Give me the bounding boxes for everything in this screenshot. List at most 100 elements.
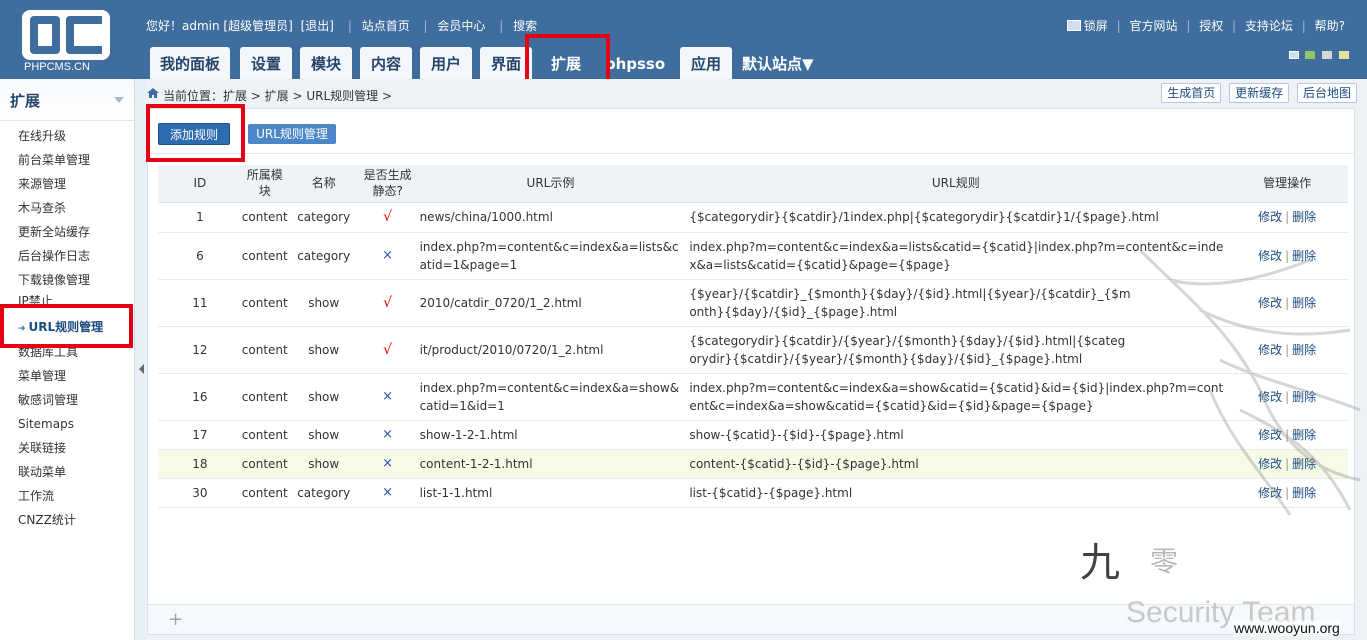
update-cache-button[interactable]: 更新缓存 (1229, 83, 1290, 103)
tab-users[interactable]: 用户 (420, 47, 472, 79)
cell-name: category (287, 202, 360, 233)
edit-link[interactable]: 修改 (1258, 210, 1282, 224)
site-home-link[interactable]: 站点首页 (362, 19, 410, 33)
tab-apps[interactable]: 应用 (680, 47, 732, 79)
cell-id: 6 (158, 232, 242, 280)
chevron-down-icon[interactable] (114, 97, 124, 103)
watermark-signature: 九 (1080, 540, 1120, 586)
breadcrumb-buttons: 生成首页 更新缓存 后台地图 (1157, 83, 1357, 103)
tab-phpsso[interactable]: phpsso (602, 47, 668, 79)
generate-home-button[interactable]: 生成首页 (1161, 83, 1222, 103)
sidebar-item-badwords[interactable]: 敏感词管理 (0, 388, 134, 412)
delete-link[interactable]: 删除 (1292, 210, 1316, 224)
cell-example: show-1-2-1.html (415, 420, 686, 450)
tab-settings[interactable]: 设置 (240, 47, 292, 79)
sidebar-item-mirror[interactable]: 下载镜像管理 (0, 268, 134, 292)
watermark-signature-2: 零 (1150, 545, 1179, 578)
cell-example: content-1-2-1.html (415, 449, 686, 479)
col-module: 所属模块 (241, 165, 288, 203)
sidebar-item-online-upgrade[interactable]: 在线升级 (0, 124, 134, 148)
cell-module: content (241, 232, 288, 280)
cell-name: show (287, 449, 360, 479)
sidebar-item-source[interactable]: 来源管理 (0, 172, 134, 196)
table-header-row: ID 所属模块 名称 是否生成静态? URL示例 URL规则 管理操作 (158, 165, 1348, 203)
collapse-left-icon[interactable] (139, 364, 144, 374)
cell-example: index.php?m=content&c=index&a=show&catid… (415, 373, 686, 421)
highlight-box-sidebar (0, 304, 133, 348)
cell-module: content (241, 420, 288, 450)
cell-rule: {$categorydir}{$catdir}/1index.php|{$cat… (685, 202, 1227, 233)
breadcrumb: 当前位置：扩展 > 扩展 > URL规则管理 > (163, 89, 393, 103)
sidebar-item-sitemaps[interactable]: Sitemaps (0, 412, 134, 436)
check-icon: √ (359, 279, 416, 327)
sidebar-item-workflow[interactable]: 工作流 (0, 484, 134, 508)
cell-id: 30 (158, 478, 242, 508)
phpcms-logo[interactable]: PHPCMS.CN (22, 10, 114, 73)
cell-module: content (241, 326, 288, 374)
cell-id: 1 (158, 202, 242, 233)
col-rule: URL规则 (685, 165, 1227, 203)
breadcrumb-bar: 当前位置：扩展 > 扩展 > URL规则管理 > 生成首页 更新缓存 后台地图 (145, 79, 1367, 108)
logo-mark (22, 10, 110, 60)
official-site-link[interactable]: 官方网站 (1129, 19, 1177, 33)
search-link[interactable]: 搜索 (513, 19, 537, 33)
logout-link[interactable]: [退出] (301, 19, 334, 33)
license-link[interactable]: 授权 (1199, 19, 1223, 33)
url-rule-manage-button[interactable]: URL规则管理 (248, 124, 336, 144)
cell-name: category (287, 232, 360, 280)
tab-my-panel[interactable]: 我的面板 (150, 47, 230, 79)
cell-id: 17 (158, 420, 242, 450)
tab-content[interactable]: 内容 (360, 47, 412, 79)
monitor-icon (1066, 20, 1081, 31)
logo-text: PHPCMS.CN (24, 61, 91, 73)
sub-toolbar: 添加规则 URL规则管理 (148, 109, 1354, 154)
tab-modules[interactable]: 模块 (300, 47, 352, 79)
sidebar-item-linkage[interactable]: 联动菜单 (0, 460, 134, 484)
plus-icon[interactable]: + (168, 609, 183, 630)
cell-id: 18 (158, 449, 242, 479)
cell-example: 2010/catdir_0720/1_2.html (415, 279, 686, 327)
lock-screen-link[interactable]: 锁屏 (1084, 19, 1108, 33)
site-select-dropdown[interactable]: 默认站点▼ (742, 47, 826, 79)
cell-module: content (241, 478, 288, 508)
cell-module: content (241, 373, 288, 421)
top-right-links: 锁屏 | 官方网站 | 授权 | 支持论坛 | 帮助? (1066, 17, 1345, 34)
admin-map-button[interactable]: 后台地图 (1296, 83, 1357, 103)
header: PHPCMS.CN 您好！admin [超级管理员] [退出] | 站点首页 |… (0, 0, 1367, 79)
skin-gray-icon[interactable] (1322, 51, 1333, 59)
col-id: ID (158, 165, 242, 203)
cell-name: category (287, 478, 360, 508)
help-link[interactable]: 帮助? (1315, 19, 1345, 33)
check-icon: √ (359, 202, 416, 233)
member-center-link[interactable]: 会员中心 (437, 19, 485, 33)
top-user-bar: 您好！admin [超级管理员] [退出] | 站点首页 | 会员中心 | 搜索 (146, 19, 538, 33)
sidebar-item-trojan-scan[interactable]: 木马查杀 (0, 196, 134, 220)
highlight-box-add (146, 104, 245, 162)
cell-name: show (287, 373, 360, 421)
cell-module: content (241, 449, 288, 479)
sidebar-collapse-bar[interactable] (135, 79, 145, 640)
forum-link[interactable]: 支持论坛 (1245, 19, 1293, 33)
sidebar-item-cnzz[interactable]: CNZZ统计 (0, 508, 134, 532)
cell-example: index.php?m=content&c=index&a=lists&cati… (415, 232, 686, 280)
cell-module: content (241, 279, 288, 327)
home-icon (147, 88, 159, 98)
skin-blue-icon[interactable] (1288, 51, 1299, 59)
cell-module: content (241, 202, 288, 233)
sidebar-item-keylinks[interactable]: 关联链接 (0, 436, 134, 460)
sidebar-item-menu-manage[interactable]: 菜单管理 (0, 364, 134, 388)
col-name: 名称 (287, 165, 360, 203)
table-row: 1 content category √ news/china/1000.htm… (158, 202, 1348, 233)
cell-name: show (287, 420, 360, 450)
col-static: 是否生成静态? (359, 165, 416, 203)
skin-yellow-icon[interactable] (1339, 51, 1349, 59)
greeting: 您好！admin [超级管理员] (146, 19, 293, 33)
sidebar-item-admin-log[interactable]: 后台操作日志 (0, 244, 134, 268)
sidebar-item-front-menu[interactable]: 前台菜单管理 (0, 148, 134, 172)
sidebar-item-update-cache[interactable]: 更新全站缓存 (0, 220, 134, 244)
check-icon: √ (359, 326, 416, 374)
watermark-scorpion-art (1138, 248, 1361, 516)
skin-green-icon[interactable] (1305, 51, 1316, 59)
watermark-site: www.wooyun.org (1234, 620, 1340, 636)
cross-icon: × (359, 478, 416, 508)
